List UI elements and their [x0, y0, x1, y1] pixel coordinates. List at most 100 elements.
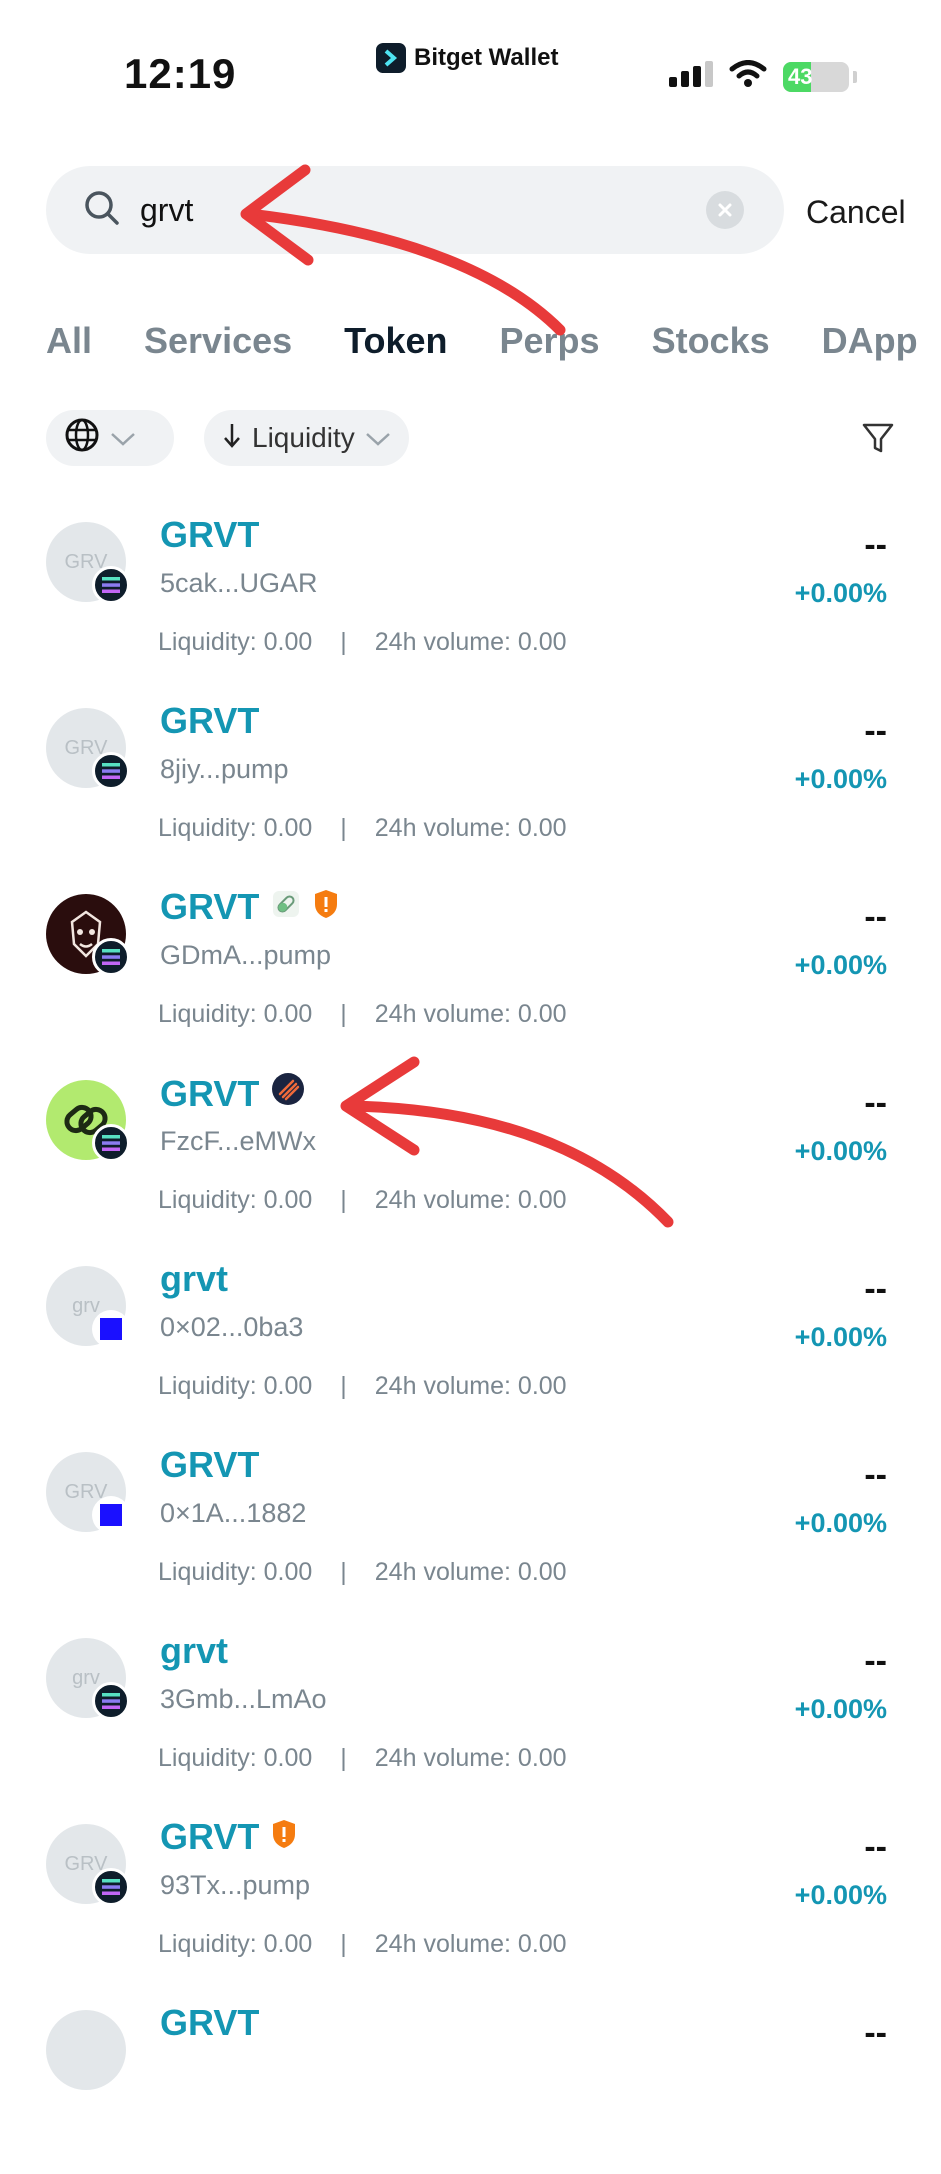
token-price: -- [864, 2014, 887, 2052]
solana-icon [92, 1682, 130, 1720]
token-stats: Liquidity: 0.00 | 24h volume: 0.00 [158, 1744, 567, 1773]
token-row[interactable]: grv grvt 0×02...0ba3 Liquidity: 0.00 | 2… [0, 1244, 941, 1430]
divider: | [340, 1930, 347, 1958]
token-name: grvt [160, 1258, 229, 1299]
liquidity-value: Liquidity: 0.00 [158, 1000, 313, 1028]
token-name: grvt [160, 1630, 229, 1671]
liquidity-value: Liquidity: 0.00 [158, 1930, 313, 1958]
liquidity-value: Liquidity: 0.00 [158, 1744, 313, 1772]
token-change: +0.00% [794, 578, 887, 608]
token-name: GRVT [160, 1444, 260, 1485]
solana-icon [92, 566, 130, 604]
token-address: 93Tx...pump [160, 1870, 311, 1900]
token-price: -- [864, 1084, 887, 1122]
base-icon [92, 1496, 130, 1534]
cellular-signal-icon [669, 61, 713, 92]
token-address: 8jiy...pump [160, 754, 289, 784]
volume-value: 24h volume: 0.00 [374, 1744, 567, 1772]
funnel-filter-icon[interactable] [860, 420, 896, 461]
battery-cap [853, 70, 857, 83]
liquidity-value: Liquidity: 0.00 [158, 628, 313, 656]
tab-services[interactable]: Services [144, 320, 292, 362]
token-price: -- [864, 1456, 887, 1494]
token-row[interactable]: GRVT GDmA...pump Liquidity: 0.00 | 24h v… [0, 872, 941, 1058]
token-price: -- [864, 1828, 887, 1866]
token-stats: Liquidity: 0.00 | 24h volume: 0.00 [158, 1558, 567, 1587]
token-row[interactable]: GRVT -- [0, 1988, 941, 2174]
arrow-down-icon [222, 421, 242, 456]
token-stats: Liquidity: 0.00 | 24h volume: 0.00 [158, 1372, 567, 1401]
volume-value: 24h volume: 0.00 [374, 1558, 567, 1586]
token-change: +0.00% [794, 1508, 887, 1538]
token-change: +0.00% [794, 1880, 887, 1910]
token-price: -- [864, 898, 887, 936]
volume-value: 24h volume: 0.00 [374, 1000, 567, 1028]
volume-value: 24h volume: 0.00 [374, 1186, 567, 1214]
divider: | [340, 1558, 347, 1586]
token-address: 0×02...0ba3 [160, 1312, 304, 1342]
tab-stocks[interactable]: Stocks [652, 320, 770, 362]
token-address: 3Gmb...LmAo [160, 1684, 327, 1714]
token-change: +0.00% [794, 1694, 887, 1724]
tab-perps[interactable]: Perps [500, 320, 600, 362]
divider: | [340, 1372, 347, 1400]
liquidity-value: Liquidity: 0.00 [158, 1186, 313, 1214]
token-name: GRVT [160, 514, 260, 555]
token-price: -- [864, 1642, 887, 1680]
solana-icon [92, 1868, 130, 1906]
tab-all[interactable]: All [46, 320, 92, 362]
volume-value: 24h volume: 0.00 [374, 1372, 567, 1400]
token-row[interactable]: grv grvt 3Gmb...LmAo Liquidity: 0.00 | 2… [0, 1616, 941, 1802]
launchpad-icon [271, 1072, 305, 1115]
search-icon [82, 188, 122, 233]
category-tabs: All Services Token Perps Stocks DApp [46, 320, 941, 362]
token-name: GRVT [160, 2002, 260, 2043]
status-time: 12:19 [124, 50, 237, 97]
token-name: GRVT [160, 1072, 305, 1115]
brand: Bitget Wallet [376, 43, 558, 73]
token-change: +0.00% [794, 764, 887, 794]
token-row[interactable]: GRVT FzcF...eMWx Liquidity: 0.00 | 24h v… [0, 1058, 941, 1244]
token-row[interactable]: GRV GRVT 8jiy...pump Liquidity: 0.00 | 2… [0, 686, 941, 872]
close-icon [718, 203, 732, 217]
volume-value: 24h volume: 0.00 [374, 628, 567, 656]
token-change: +0.00% [794, 1322, 887, 1352]
token-row[interactable]: GRV GRVT 5cak...UGAR Liquidity: 0.00 | 2… [0, 500, 941, 686]
warning-shield-icon [313, 886, 339, 928]
sort-dropdown[interactable]: Liquidity [204, 410, 409, 466]
token-stats: Liquidity: 0.00 | 24h volume: 0.00 [158, 1186, 567, 1215]
token-price: -- [864, 526, 887, 564]
status-bar: 12:19 Bitget Wallet 43 [0, 0, 941, 120]
search-box[interactable] [46, 166, 784, 254]
token-stats: Liquidity: 0.00 | 24h volume: 0.00 [158, 814, 567, 843]
token-price: -- [864, 712, 887, 750]
token-row[interactable]: GRV GRVT 93Tx...pump Liquidity: 0.00 | 2… [0, 1802, 941, 1988]
cancel-button[interactable]: Cancel [806, 194, 906, 231]
tab-dapp[interactable]: DApp [822, 320, 918, 362]
token-stats: Liquidity: 0.00 | 24h volume: 0.00 [158, 1000, 567, 1029]
brand-name: Bitget Wallet [414, 44, 559, 71]
tab-token[interactable]: Token [344, 320, 447, 362]
chevron-down-icon [365, 422, 391, 454]
token-name: GRVT [160, 700, 260, 741]
clear-search-button[interactable] [706, 191, 744, 229]
token-row[interactable]: GRV GRVT 0×1A...1882 Liquidity: 0.00 | 2… [0, 1430, 941, 1616]
sort-label: Liquidity [252, 422, 355, 453]
token-address: 5cak...UGAR [160, 568, 318, 598]
liquidity-value: Liquidity: 0.00 [158, 814, 313, 842]
divider: | [340, 1744, 347, 1772]
bitget-logo-icon [376, 43, 406, 73]
token-address: GDmA...pump [160, 940, 332, 970]
volume-value: 24h volume: 0.00 [374, 1930, 567, 1958]
battery-icon: 43 [783, 61, 849, 92]
token-avatar [46, 2010, 126, 2090]
search-input[interactable] [138, 190, 682, 230]
token-name: GRVT [160, 1816, 297, 1858]
wifi-icon [729, 60, 767, 93]
liquidity-value: Liquidity: 0.00 [158, 1558, 313, 1586]
network-filter-dropdown[interactable] [46, 410, 174, 466]
volume-value: 24h volume: 0.00 [374, 814, 567, 842]
solana-icon [92, 752, 130, 790]
globe-icon [64, 417, 100, 460]
pill-icon [271, 886, 301, 928]
